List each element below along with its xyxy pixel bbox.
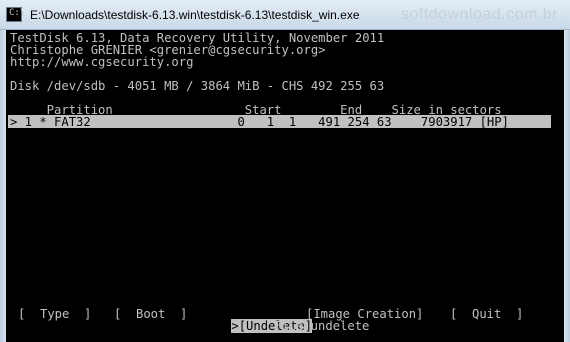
window-title: E:\Downloads\testdisk-6.13.win\testdisk-…: [30, 8, 360, 22]
menu-quit[interactable]: [ Quit ]: [450, 308, 523, 320]
menu-type[interactable]: [ Type ]: [18, 308, 91, 320]
status-line: File undelete: [274, 319, 370, 333]
partition-row-text: > 1 * FAT32 0 1 1 491 254 63 7903917 [HP…: [10, 115, 509, 129]
partition-row-selected[interactable]: > 1 * FAT32 0 1 1 491 254 63 7903917 [HP…: [8, 115, 551, 128]
watermark: softdownload.com.br: [400, 6, 558, 23]
header-line-3: http://www.cgsecurity.org: [10, 55, 194, 69]
menu-boot[interactable]: [ Boot ]: [114, 308, 187, 320]
disk-info: Disk /dev/sdb - 4051 MB / 3864 MiB - CHS…: [10, 79, 385, 93]
window-frame-right: [564, 30, 570, 342]
window-titlebar[interactable]: C:\ E:\Downloads\testdisk-6.13.win\testd…: [0, 0, 570, 30]
console-area[interactable]: TestDisk 6.13, Data Recovery Utility, No…: [6, 30, 564, 342]
console-app-icon: C:\: [6, 7, 25, 22]
